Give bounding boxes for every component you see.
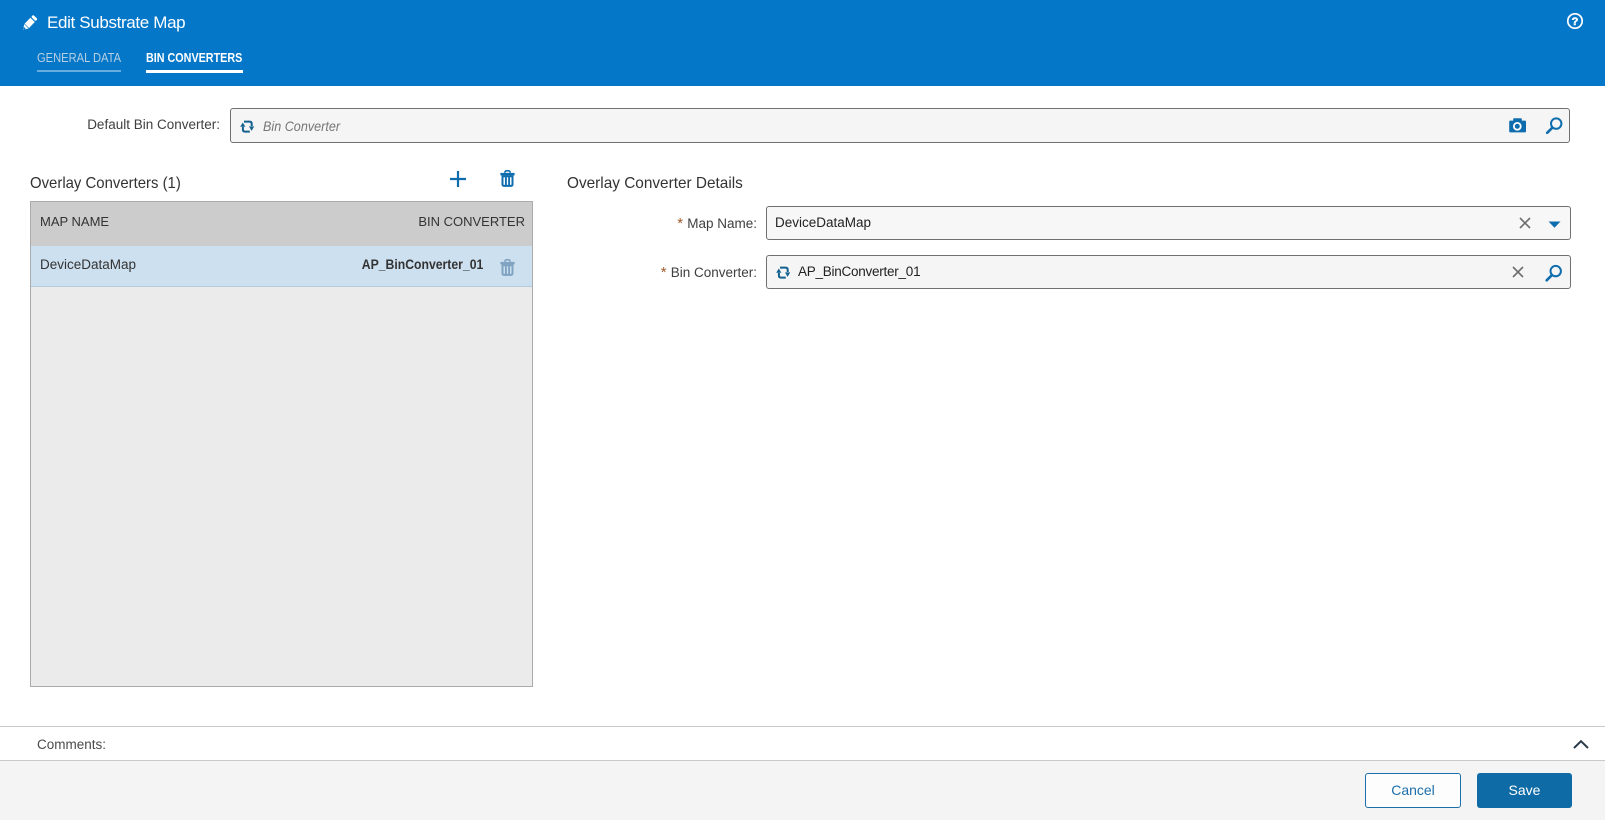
svg-text:?: ? — [1572, 16, 1579, 28]
